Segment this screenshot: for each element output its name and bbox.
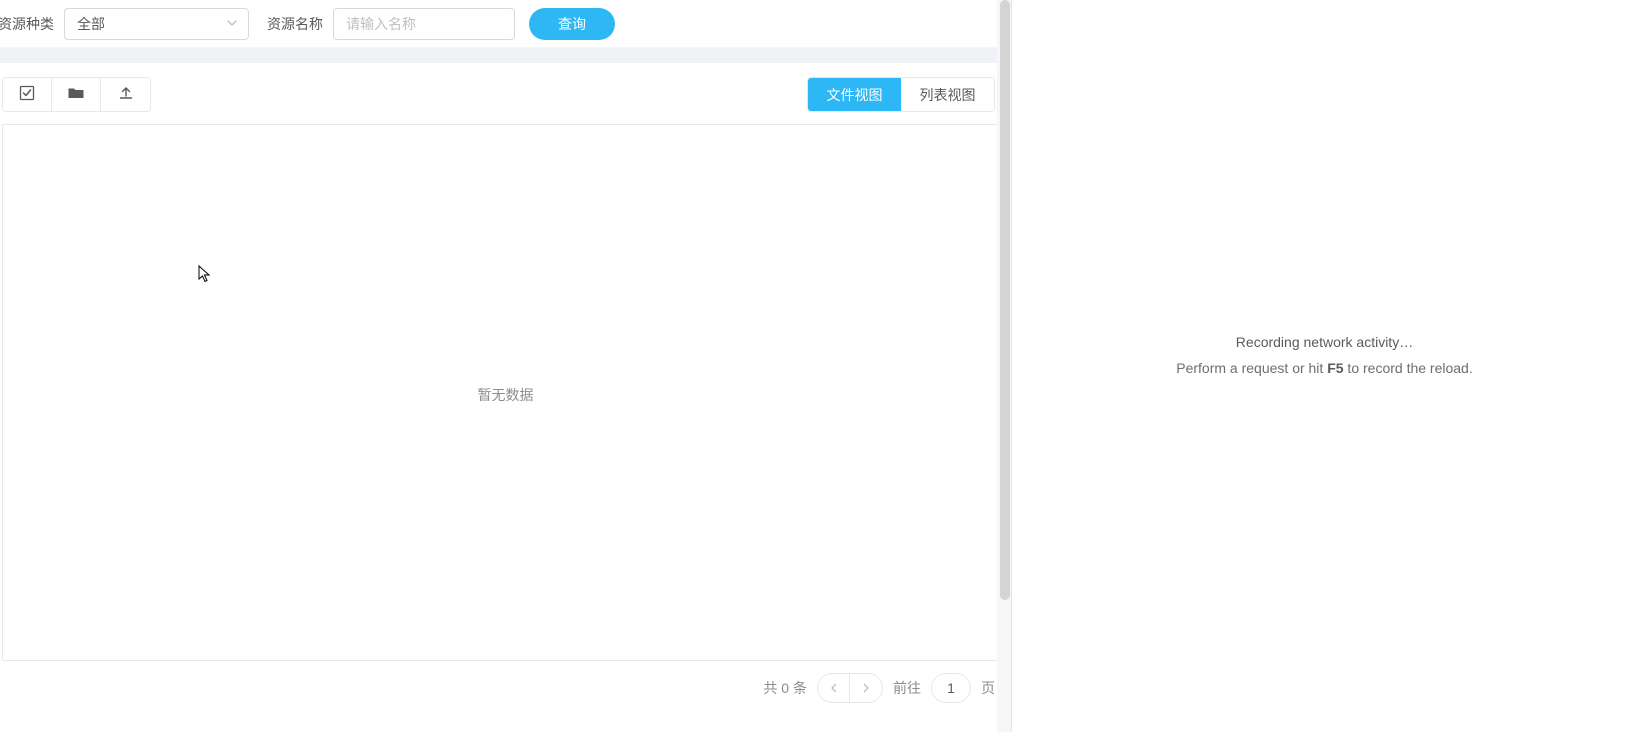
icon-button-group <box>2 77 151 112</box>
toolbar: 文件视图 列表视图 <box>0 63 1011 112</box>
resource-name-label: 资源名称 <box>267 14 323 34</box>
scrollbar-thumb[interactable] <box>1000 0 1010 600</box>
empty-message: 暂无数据 <box>478 385 534 405</box>
prev-page-button[interactable] <box>818 674 850 702</box>
file-view-tab[interactable]: 文件视图 <box>808 78 901 111</box>
search-button[interactable]: 查询 <box>529 8 615 40</box>
cursor-icon <box>198 265 212 286</box>
goto-label: 前往 <box>893 678 921 698</box>
select-all-button[interactable] <box>3 78 52 111</box>
resource-type-select[interactable]: 全部 <box>64 8 249 40</box>
devtools-recording-title: Recording network activity… <box>1012 330 1637 356</box>
content-card: 文件视图 列表视图 暂无数据 共 0 条 <box>0 63 1011 732</box>
list-view-tab[interactable]: 列表视图 <box>901 78 994 111</box>
vertical-scrollbar[interactable] <box>997 0 1011 732</box>
resource-name-input[interactable] <box>333 8 515 40</box>
devtools-hint: Perform a request or hit F5 to record th… <box>1012 356 1637 382</box>
upload-icon <box>118 85 134 104</box>
next-page-button[interactable] <box>850 674 882 702</box>
upload-button[interactable] <box>101 78 150 111</box>
view-toggle: 文件视图 列表视图 <box>807 77 995 112</box>
gap <box>0 48 1011 63</box>
devtools-empty-state: Recording network activity… Perform a re… <box>1012 330 1637 382</box>
data-area: 暂无数据 <box>2 124 1009 661</box>
page-number-input[interactable] <box>931 673 971 703</box>
select-all-icon <box>19 85 35 104</box>
pager <box>817 673 883 703</box>
chevron-down-icon <box>226 16 238 32</box>
pagination: 共 0 条 前往 页 <box>0 661 1011 703</box>
new-folder-button[interactable] <box>52 78 101 111</box>
devtools-pane: Recording network activity… Perform a re… <box>1011 0 1637 732</box>
page-suffix: 页 <box>981 678 995 698</box>
app-pane: 资源种类 全部 资源名称 查询 <box>0 0 1011 732</box>
resource-type-label: 资源种类 <box>0 14 54 34</box>
folder-icon <box>67 85 85 104</box>
chevron-left-icon <box>829 681 839 696</box>
pagination-total: 共 0 条 <box>763 678 807 698</box>
chevron-right-icon <box>861 681 871 696</box>
resource-type-value: 全部 <box>77 14 105 34</box>
devtools-hint-suffix: to record the reload. <box>1344 360 1473 376</box>
devtools-hint-prefix: Perform a request or hit <box>1176 360 1327 376</box>
filter-bar: 资源种类 全部 资源名称 查询 <box>0 0 1011 48</box>
devtools-hint-key: F5 <box>1327 360 1343 376</box>
